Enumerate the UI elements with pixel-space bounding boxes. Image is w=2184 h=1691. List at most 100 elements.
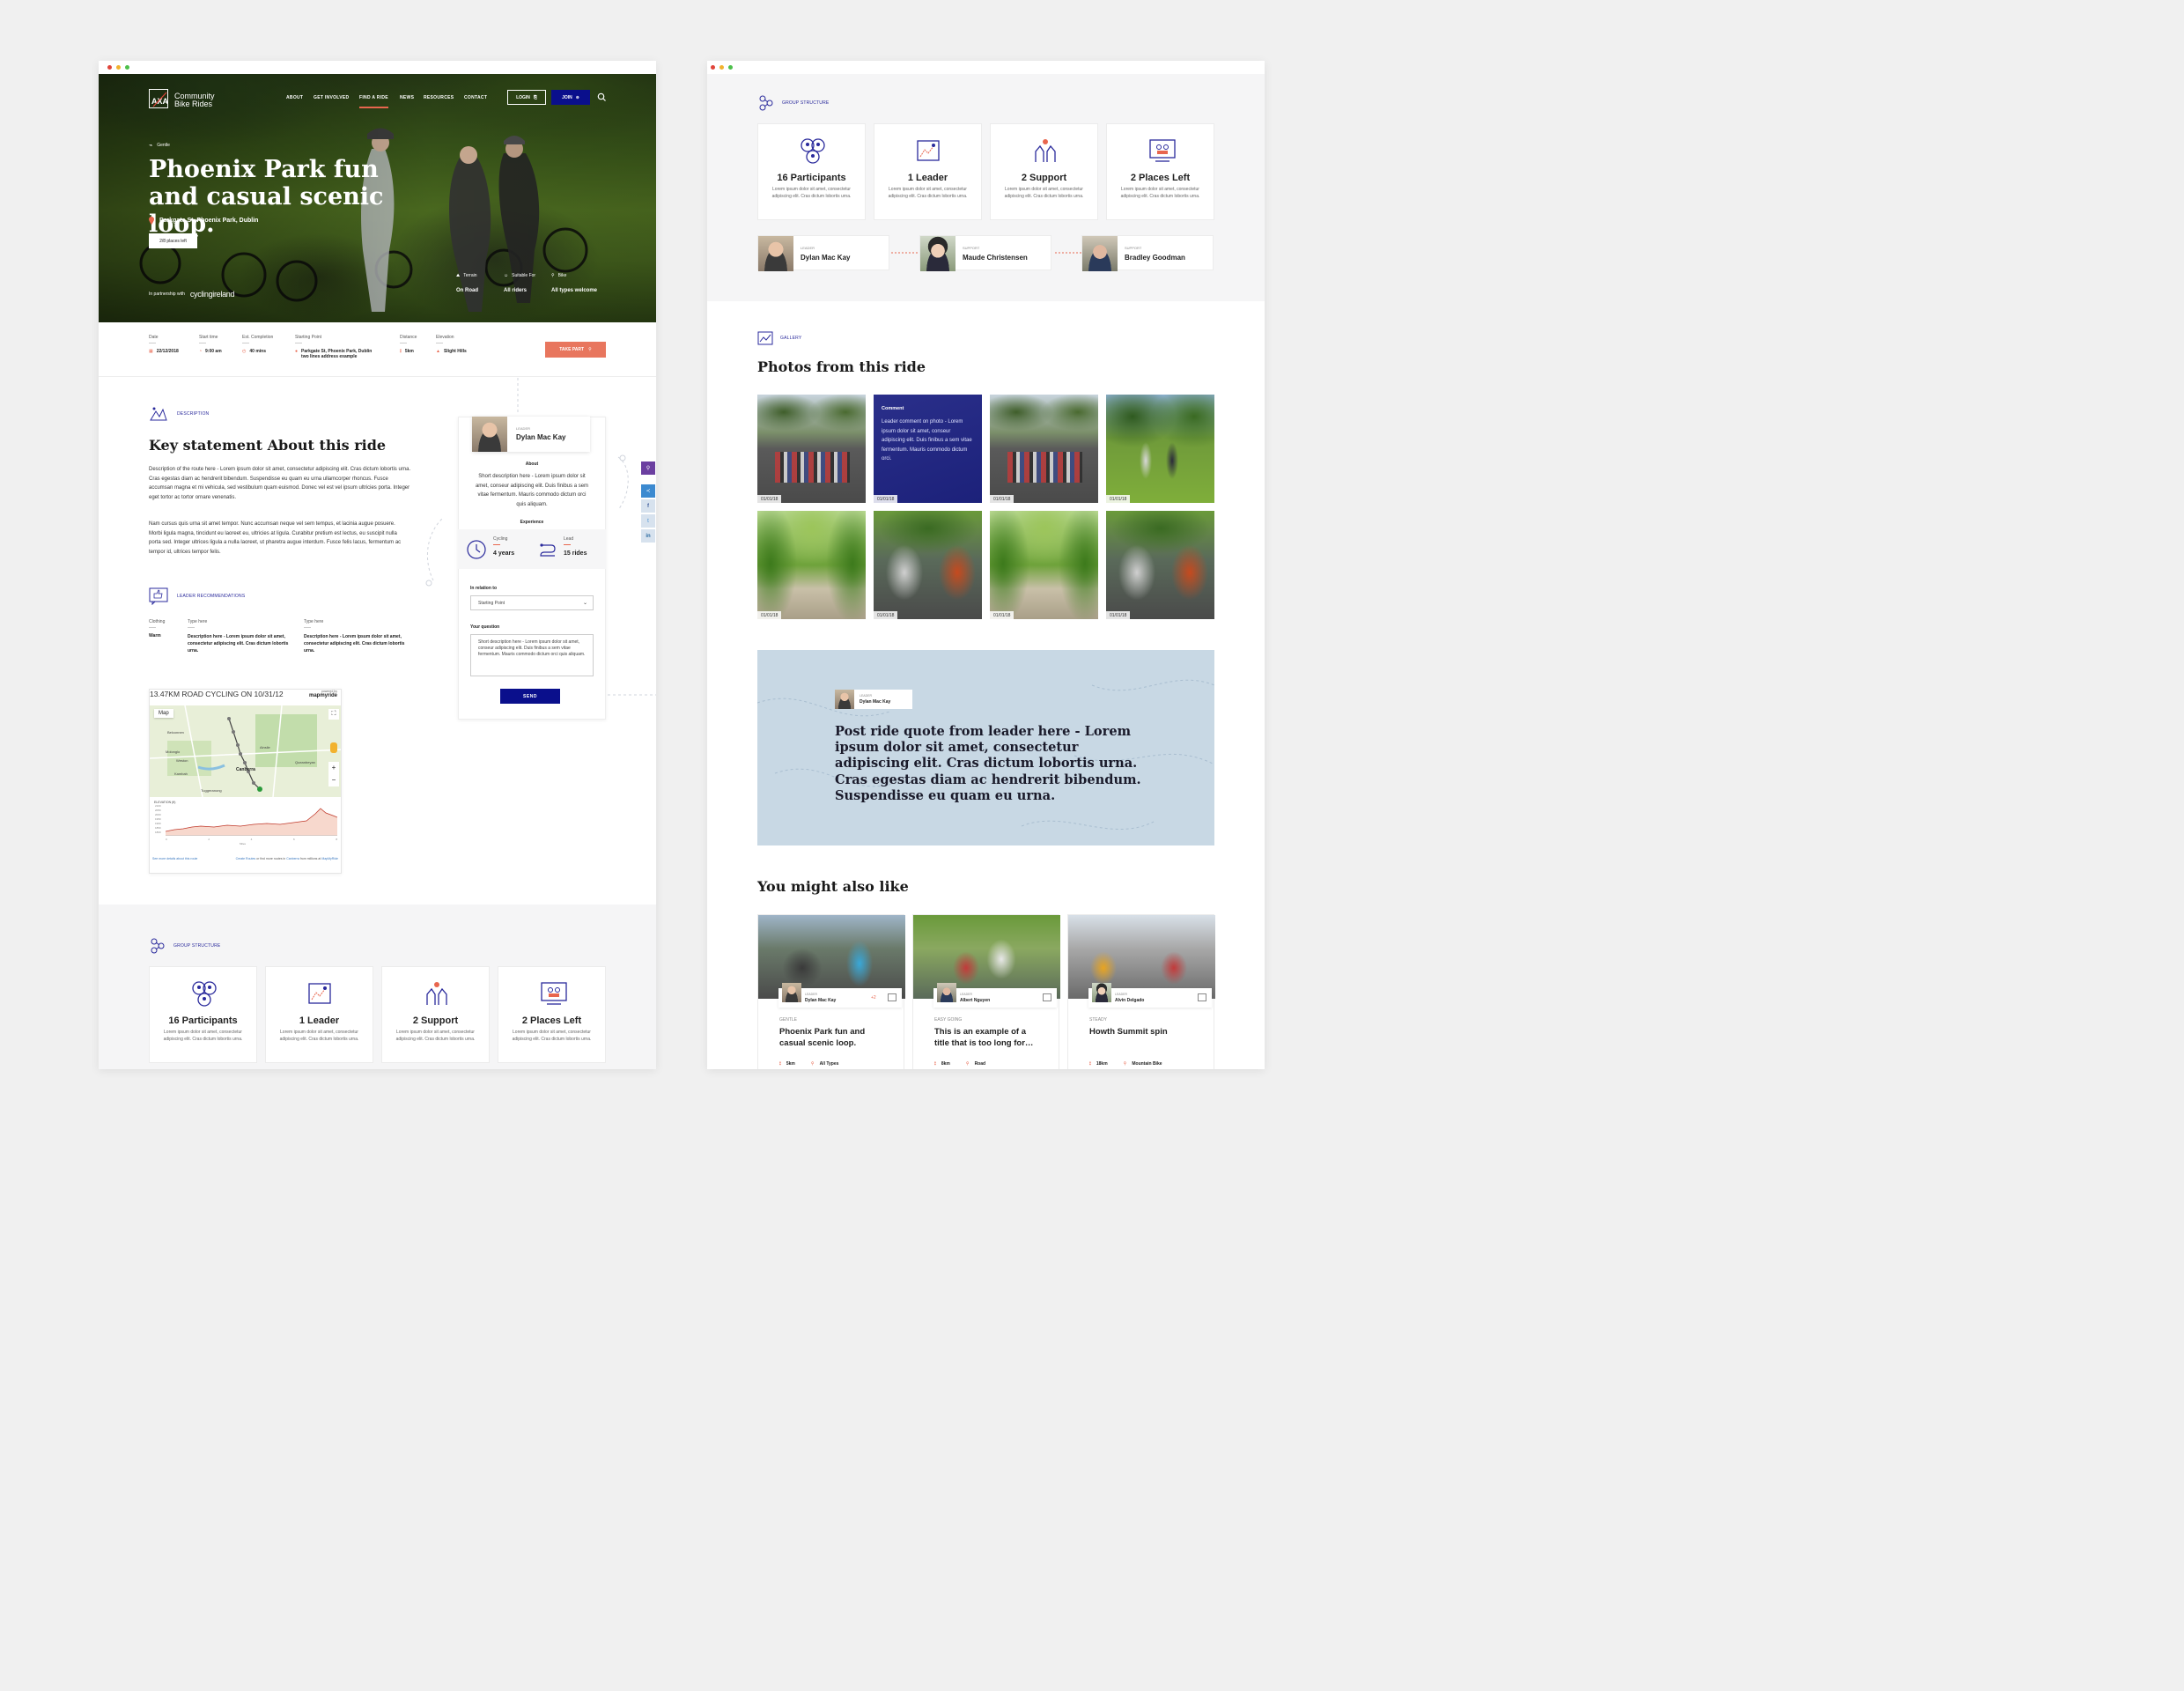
thumbs-up-icon xyxy=(149,587,168,605)
search-icon[interactable] xyxy=(597,92,606,101)
pegman-icon[interactable] xyxy=(330,742,337,753)
join-button[interactable]: JOIN ⊕ xyxy=(551,90,590,105)
ride-card-leader: LEADER Albert Nguyen xyxy=(933,983,1057,1008)
window-chrome xyxy=(707,61,1265,74)
places-left-badge[interactable]: 2/8 places left xyxy=(149,233,197,248)
group-card-leader: 1 Leader Lorem ipsum dolor sit amet, cons… xyxy=(874,123,982,220)
riders-icon: ☺ xyxy=(504,273,509,278)
person-card-support-2[interactable]: SUPPORT Bradley Goodman xyxy=(1081,235,1214,271)
ride-card-image xyxy=(758,915,905,999)
take-part-button[interactable]: TAKE PART ⚲ xyxy=(545,342,606,358)
rec-col-clothing: Clothing Warm xyxy=(149,619,166,639)
detail-start-time: Start time ◔ 9:00 am xyxy=(199,335,222,354)
gallery-photo[interactable]: 01/01/18 xyxy=(757,511,866,619)
chevron-down-icon: ⌄ xyxy=(582,601,587,606)
bike-icon: ⚲ xyxy=(551,273,555,278)
zoom-out-icon[interactable]: − xyxy=(328,774,339,786)
map-route-icon xyxy=(150,407,167,421)
cycling-ireland-logo[interactable]: cyclingireland xyxy=(190,290,235,299)
nav-find-a-ride[interactable]: FIND A RIDE xyxy=(359,95,388,108)
detail-starting-point: Starting Point ● Parkgate St, Phoenix Par… xyxy=(295,335,373,359)
avatar xyxy=(472,417,507,452)
id-card-icon xyxy=(1043,993,1051,1001)
person-card-support-1[interactable]: SUPPORT Maude Christensen xyxy=(919,235,1051,271)
gallery-photo-comment[interactable]: Comment Leader comment on photo - Lorem … xyxy=(874,395,982,503)
gallery-header: GALLERY xyxy=(757,331,801,345)
description-heading: Key statement About this ride xyxy=(149,437,387,454)
also-like-heading: You might also like xyxy=(757,878,909,895)
clock-icon: ◔ xyxy=(199,349,203,354)
quote-leader-chip[interactable]: LEADER Dylan Mac Kay xyxy=(835,690,912,709)
calendar-icon: ▦ xyxy=(149,349,153,354)
browser-window-ride-page-continued: GROUP STRUCTURE 16 Participants Lorem ips… xyxy=(707,61,1265,1069)
facebook-button[interactable]: f xyxy=(641,499,655,513)
rec-col-3: Type here Description here - Lorem ipsum… xyxy=(304,619,405,654)
ride-card[interactable]: LEADER Albert Nguyen EASY GOING This is … xyxy=(912,914,1060,1069)
linkedin-button[interactable]: in xyxy=(641,529,655,543)
map-view[interactable]: Belconnen Ainslie Canberra Queanbeyan Tu… xyxy=(150,705,341,797)
twitter-button[interactable]: t xyxy=(641,514,655,528)
feature-suitable: ☺ Suitable For All riders xyxy=(504,273,536,293)
nav-about[interactable]: ABOUT xyxy=(286,95,303,100)
gallery-photo[interactable]: 01/01/18 xyxy=(1106,511,1214,619)
ride-card-image xyxy=(913,915,1060,999)
leader-profile-chip[interactable]: LEADER Dylan Mac Kay xyxy=(472,417,590,452)
facebook-icon: f xyxy=(647,503,649,509)
site-title[interactable]: Community Bike Rides xyxy=(174,92,215,108)
bike-icon: ⚲ xyxy=(1123,1061,1127,1067)
minimize-dot[interactable] xyxy=(719,65,724,70)
group-card-participants: 16 Participants Lorem ipsum dolor sit ame… xyxy=(757,123,866,220)
relation-select[interactable]: Starting Point ⌄ xyxy=(470,595,594,610)
nav-get-involved[interactable]: GET INVOLVED xyxy=(314,95,349,100)
question-label: Your question xyxy=(470,624,500,630)
close-dot[interactable] xyxy=(107,65,112,70)
fullscreen-icon[interactable]: ⛶ xyxy=(328,709,339,720)
gallery-photo[interactable]: 01/01/18 xyxy=(990,395,1098,503)
about-text: Short description here - Lorem ipsum dol… xyxy=(475,474,589,507)
browser-window-ride-page: AXA Community Bike Rides ABOUT GET INVOLV… xyxy=(99,61,656,1069)
description-header: DESCRIPTION xyxy=(149,406,209,422)
nav-news[interactable]: NEWS xyxy=(400,95,414,100)
maximize-dot[interactable] xyxy=(125,65,129,70)
support-hands-icon xyxy=(1035,139,1056,162)
gallery-photo[interactable]: 01/01/18 xyxy=(757,395,866,503)
gallery-photo[interactable]: 01/01/18 xyxy=(874,511,982,619)
gallery-photo[interactable]: 01/01/18 xyxy=(990,511,1098,619)
feature-bike: ⚲ Bike All types welcome xyxy=(551,273,598,293)
zoom-controls[interactable]: + − xyxy=(328,762,339,786)
ride-card[interactable]: LEADER Dylan Mac Kay +2 GENTLE Phoenix P… xyxy=(757,914,905,1069)
close-dot[interactable] xyxy=(711,65,715,70)
route-details-link[interactable]: See more details about this route xyxy=(152,857,197,860)
group-card-places: 2 Places Left Lorem ipsum dolor sit amet,… xyxy=(498,966,606,1063)
share-button[interactable]: ≺ xyxy=(641,484,655,498)
ride-card-meta: ⟟ 18km ⚲ Mountain Bike xyxy=(1089,1061,1162,1067)
description-para-2: Nam cursus quis urna sit amet tempor. Nu… xyxy=(149,521,402,555)
mapmyride-widget: 13.47KM ROAD CYCLING ON 10/31/12 powered… xyxy=(149,689,342,874)
level-tag: ⌁ Gentle xyxy=(149,143,170,149)
minimize-dot[interactable] xyxy=(116,65,121,70)
avatar xyxy=(1092,983,1111,1002)
group-structure-header: GROUP STRUCTURE xyxy=(757,94,829,112)
elevation-ticks: 2100 2050 2000 1950 1900 1850 1800 xyxy=(155,804,161,834)
login-button[interactable]: LOGIN ⎘ xyxy=(507,90,546,105)
detail-elevation: Elevation ▲ Slight Hills xyxy=(436,335,467,354)
question-textarea[interactable]: Short description here - Lorem ipsum dol… xyxy=(470,634,594,676)
leader-quote-box: LEADER Dylan Mac Kay Post ride quote fro… xyxy=(757,650,1214,846)
detail-distance: Distance ⟟ 5km xyxy=(400,335,417,354)
maximize-dot[interactable] xyxy=(728,65,733,70)
share-toggle[interactable]: ⚲ xyxy=(641,462,655,475)
nav-contact[interactable]: CONTACT xyxy=(464,95,487,100)
ride-card-title: Phoenix Park fun and casual scenic loop. xyxy=(779,1027,866,1048)
gallery-photo[interactable]: 01/01/18 xyxy=(1106,395,1214,503)
axa-logo[interactable]: AXA xyxy=(149,89,169,108)
ride-card[interactable]: LEADER Alvin Delgado STEADY Howth Summit… xyxy=(1067,914,1215,1069)
ride-card-meta: ⟟ 8km ⚲ Road xyxy=(934,1061,986,1067)
send-button[interactable]: SEND xyxy=(500,689,560,704)
group-network-icon xyxy=(759,95,773,111)
leader-map-icon xyxy=(917,140,940,161)
person-card-leader[interactable]: LEADER Dylan Mac Kay xyxy=(757,235,889,271)
nav-resources[interactable]: RESOURCES xyxy=(424,95,454,100)
zoom-in-icon[interactable]: + xyxy=(328,762,339,774)
location-pin-icon xyxy=(149,217,154,225)
map-type-tab[interactable]: Map xyxy=(154,709,173,718)
